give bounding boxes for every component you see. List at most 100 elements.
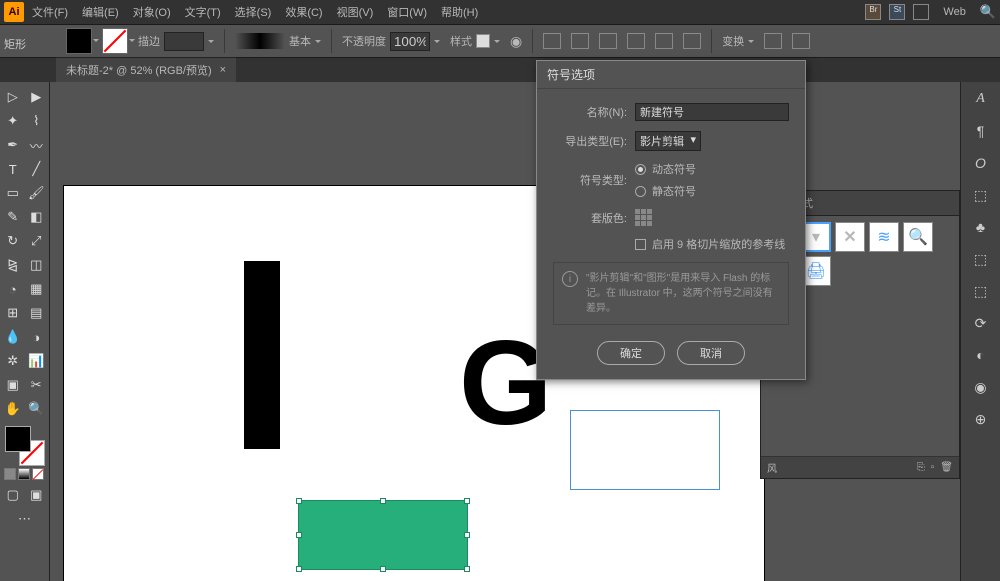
cancel-button[interactable]: 取消 <box>677 341 745 365</box>
handle-e[interactable] <box>464 532 470 538</box>
style-thumbnail[interactable]: 🔍 <box>903 222 933 252</box>
isolate-icon[interactable] <box>764 33 782 49</box>
export-type-select[interactable]: 影片剪辑 ▾ <box>635 131 701 151</box>
screen-mode-full[interactable]: ▣ <box>26 484 48 506</box>
pen-tool[interactable]: ✒ <box>2 134 24 156</box>
stock-icon[interactable]: St <box>889 4 905 20</box>
workspace-selector[interactable]: Web <box>937 3 971 21</box>
eraser-tool[interactable]: ◧ <box>26 206 48 228</box>
artwork-rectangle[interactable] <box>244 261 280 449</box>
curvature-tool[interactable]: 〰 <box>26 134 48 156</box>
links-panel-icon[interactable]: ⟳ <box>969 312 993 334</box>
selection-tool[interactable]: ▷ <box>2 86 24 108</box>
handle-sw[interactable] <box>296 566 302 572</box>
handle-w[interactable] <box>296 532 302 538</box>
brush-selector[interactable]: 基本 <box>235 33 321 49</box>
direct-selection-tool[interactable]: ▶ <box>26 86 48 108</box>
stroke-input[interactable] <box>164 32 204 51</box>
align-bottom-icon[interactable] <box>683 33 701 49</box>
gradient-mode-icon[interactable] <box>18 468 30 480</box>
search-icon[interactable]: 🔍 <box>980 4 996 20</box>
slice-checkbox[interactable]: 启用 9 格切片缩放的参考线 <box>635 236 785 252</box>
radio-graphic[interactable]: 静态符号 <box>635 183 696 199</box>
color-mode-icon[interactable] <box>4 468 16 480</box>
delete-style-icon[interactable]: 🗑 <box>940 462 953 473</box>
align-center-icon[interactable] <box>571 33 589 49</box>
align-top-icon[interactable] <box>627 33 645 49</box>
menu-object[interactable]: 对象(O) <box>127 1 177 23</box>
recolor-icon[interactable]: ◉ <box>510 33 522 50</box>
handle-nw[interactable] <box>296 498 302 504</box>
mesh-tool[interactable]: ⊞ <box>2 302 24 324</box>
menu-effect[interactable]: 效果(C) <box>279 1 328 23</box>
gradient-tool[interactable]: ▤ <box>26 302 48 324</box>
blend-tool[interactable]: ◑ <box>26 326 48 348</box>
link-icon[interactable]: ⎘ <box>917 462 925 473</box>
lasso-tool[interactable]: ⌇ <box>26 110 48 132</box>
appearance-panel-icon[interactable]: ◉ <box>969 376 993 398</box>
eyedropper-tool[interactable]: 💧 <box>2 326 24 348</box>
transform-panel-icon[interactable]: ⬚ <box>969 184 993 206</box>
style-thumbnail[interactable]: ✕ <box>835 222 865 252</box>
handle-s[interactable] <box>380 566 386 572</box>
align-panel-icon[interactable]: ⬚ <box>969 280 993 302</box>
paragraph-panel-icon[interactable]: ¶ <box>969 120 993 142</box>
line-tool[interactable]: ╱ <box>26 158 48 180</box>
screen-mode-normal[interactable]: ▢ <box>2 484 24 506</box>
transparency-panel-icon[interactable]: ◐ <box>969 344 993 366</box>
free-transform-tool[interactable]: ◫ <box>26 254 48 276</box>
magic-wand-tool[interactable]: ✦ <box>2 110 24 132</box>
align-right-icon[interactable] <box>599 33 617 49</box>
foreground-color[interactable] <box>5 426 31 452</box>
handle-ne[interactable] <box>464 498 470 504</box>
tab-close-icon[interactable]: × <box>220 64 226 76</box>
align-middle-icon[interactable] <box>655 33 673 49</box>
menu-select[interactable]: 选择(S) <box>229 1 278 23</box>
menu-edit[interactable]: 编辑(E) <box>76 1 125 23</box>
scale-tool[interactable]: ⤢ <box>26 230 48 252</box>
pathfinder-panel-icon[interactable]: ⬚ <box>969 248 993 270</box>
name-input[interactable] <box>635 103 789 121</box>
color-selector[interactable] <box>5 426 45 466</box>
suit-icon[interactable]: ♣ <box>969 216 993 238</box>
fill-swatch[interactable] <box>66 28 92 54</box>
edit-toolbar[interactable]: ⋯ <box>2 508 47 530</box>
rectangle-tool[interactable]: ▭ <box>2 182 24 204</box>
stroke-swatch[interactable] <box>102 28 128 54</box>
menu-help[interactable]: 帮助(H) <box>435 1 484 23</box>
registration-grid[interactable] <box>635 209 652 226</box>
ok-button[interactable]: 确定 <box>597 341 665 365</box>
perspective-tool[interactable]: ▦ <box>26 278 48 300</box>
handle-n[interactable] <box>380 498 386 504</box>
radio-movie-clip[interactable]: 动态符号 <box>635 161 696 177</box>
opentype-panel-icon[interactable]: O <box>969 152 993 174</box>
width-tool[interactable]: ⧎ <box>2 254 24 276</box>
none-mode-icon[interactable] <box>32 468 44 480</box>
bridge-icon[interactable]: Br <box>865 4 881 20</box>
shape-builder-tool[interactable]: ◔ <box>2 278 24 300</box>
menu-file[interactable]: 文件(F) <box>26 1 74 23</box>
align-left-icon[interactable] <box>543 33 561 49</box>
selected-rectangle[interactable] <box>298 500 468 570</box>
opacity-input[interactable] <box>390 32 430 51</box>
clip-icon[interactable] <box>792 33 810 49</box>
graph-tool[interactable]: 📊 <box>26 350 48 372</box>
menu-window[interactable]: 窗口(W) <box>381 1 433 23</box>
handle-se[interactable] <box>464 566 470 572</box>
document-tab[interactable]: 未标题-2* @ 52% (RGB/预览) × <box>56 57 236 82</box>
slice-tool[interactable]: ✂ <box>26 374 48 396</box>
shaper-tool[interactable]: ✎ <box>2 206 24 228</box>
brush-tool[interactable]: 🖌 <box>26 182 48 204</box>
type-tool[interactable]: T <box>2 158 24 180</box>
new-style-icon[interactable]: ▫ <box>931 462 935 473</box>
artboard-tool[interactable]: ▣ <box>2 374 24 396</box>
style-thumbnail[interactable]: ≋ <box>869 222 899 252</box>
opacity-control[interactable]: 不透明度 <box>342 32 440 51</box>
style-selector[interactable]: 样式 <box>450 33 500 49</box>
arrange-icon[interactable] <box>913 4 929 20</box>
layers-panel-icon[interactable]: ⊕ <box>969 408 993 430</box>
character-panel-icon[interactable]: A <box>969 88 993 110</box>
menu-view[interactable]: 视图(V) <box>331 1 380 23</box>
rotate-tool[interactable]: ↻ <box>2 230 24 252</box>
symbol-sprayer-tool[interactable]: ✲ <box>2 350 24 372</box>
